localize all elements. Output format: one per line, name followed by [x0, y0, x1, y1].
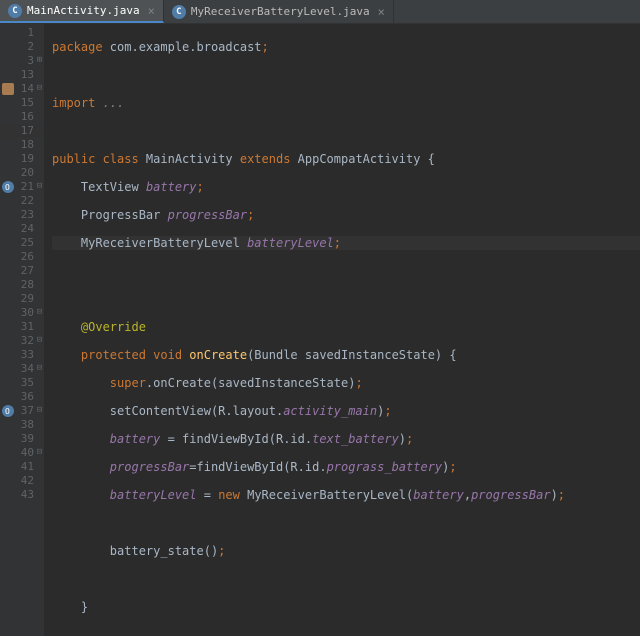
line-number: 16	[0, 110, 44, 124]
fold-icon[interactable]: ⊟	[35, 336, 44, 345]
line-number: 32⊟	[0, 334, 44, 348]
code-line: ProgressBar progressBar;	[52, 208, 640, 222]
line-number: 20	[0, 166, 44, 180]
code-line: @Override	[52, 320, 640, 334]
code-line: import ...	[52, 96, 640, 110]
line-number: 18	[0, 138, 44, 152]
line-number: 43	[0, 488, 44, 502]
line-number: 13	[0, 68, 44, 82]
override-gutter-icon[interactable]	[2, 181, 14, 193]
line-number: 36	[0, 390, 44, 404]
line-number: 14⊟	[0, 82, 44, 96]
override-gutter-icon[interactable]	[2, 405, 14, 417]
code-line: super.onCreate(savedInstanceState);	[52, 376, 640, 390]
code-area[interactable]: package com.example.broadcast; import ..…	[44, 24, 640, 636]
java-class-icon: C	[172, 5, 186, 19]
line-number: 31	[0, 320, 44, 334]
line-number: 21⊟	[0, 180, 44, 194]
close-icon[interactable]: ×	[148, 4, 155, 18]
line-number: 2	[0, 40, 44, 54]
line-number: 33	[0, 348, 44, 362]
line-number: 37⊟	[0, 404, 44, 418]
code-line: TextView battery;	[52, 180, 640, 194]
code-line: batteryLevel = new MyReceiverBatteryLeve…	[52, 488, 640, 502]
class-gutter-icon	[2, 83, 14, 95]
line-number: 39	[0, 432, 44, 446]
tab-label: MyReceiverBatteryLevel.java	[191, 5, 370, 18]
line-number: 23	[0, 208, 44, 222]
line-number: 40⊟	[0, 446, 44, 460]
line-number: 19	[0, 152, 44, 166]
fold-icon[interactable]: ⊟	[35, 308, 44, 317]
code-line	[52, 516, 640, 530]
line-number: 15	[0, 96, 44, 110]
code-line	[52, 292, 640, 306]
line-number: 3⊞	[0, 54, 44, 68]
code-editor[interactable]: 1 2 3⊞ 13 14⊟ 15 16 17 18 19 20 21⊟ 22 2…	[0, 24, 640, 636]
line-number: 1	[0, 26, 44, 40]
close-icon[interactable]: ×	[378, 5, 385, 19]
code-line: battery = findViewById(R.id.text_battery…	[52, 432, 640, 446]
code-line: public class MainActivity extends AppCom…	[52, 152, 640, 166]
line-number: 34⊟	[0, 362, 44, 376]
fold-icon[interactable]: ⊟	[35, 448, 44, 457]
line-number: 29	[0, 292, 44, 306]
java-class-icon: C	[8, 4, 22, 18]
code-line	[52, 264, 640, 278]
code-line: package com.example.broadcast;	[52, 40, 640, 54]
line-number: 24	[0, 222, 44, 236]
tab-myreceiver[interactable]: C MyReceiverBatteryLevel.java ×	[164, 0, 394, 23]
line-number: 35	[0, 376, 44, 390]
line-gutter: 1 2 3⊞ 13 14⊟ 15 16 17 18 19 20 21⊟ 22 2…	[0, 24, 44, 636]
line-number: 25	[0, 236, 44, 250]
code-line: MyReceiverBatteryLevel batteryLevel;	[52, 236, 640, 250]
code-line	[52, 628, 640, 636]
code-line: battery_state();	[52, 544, 640, 558]
line-number: 38	[0, 418, 44, 432]
code-line: protected void onCreate(Bundle savedInst…	[52, 348, 640, 362]
fold-icon[interactable]: ⊟	[35, 364, 44, 373]
code-line: setContentView(R.layout.activity_main);	[52, 404, 640, 418]
line-number: 26	[0, 250, 44, 264]
line-number: 27	[0, 264, 44, 278]
editor-tabs: C MainActivity.java × C MyReceiverBatter…	[0, 0, 640, 24]
code-line	[52, 572, 640, 586]
code-line: progressBar=findViewById(R.id.prograss_b…	[52, 460, 640, 474]
code-line: }	[52, 600, 640, 614]
line-number: 41	[0, 460, 44, 474]
fold-icon[interactable]: ⊟	[35, 406, 44, 415]
line-number: 42	[0, 474, 44, 488]
fold-icon[interactable]: ⊞	[35, 56, 44, 65]
line-number: 17	[0, 124, 44, 138]
code-line	[52, 68, 640, 82]
fold-icon[interactable]: ⊟	[35, 84, 44, 93]
line-number: 22	[0, 194, 44, 208]
tab-label: MainActivity.java	[27, 4, 140, 17]
code-line	[52, 124, 640, 138]
line-number: 28	[0, 278, 44, 292]
fold-icon[interactable]: ⊟	[35, 182, 44, 191]
line-number: 30⊟	[0, 306, 44, 320]
tab-mainactivity[interactable]: C MainActivity.java ×	[0, 0, 164, 23]
